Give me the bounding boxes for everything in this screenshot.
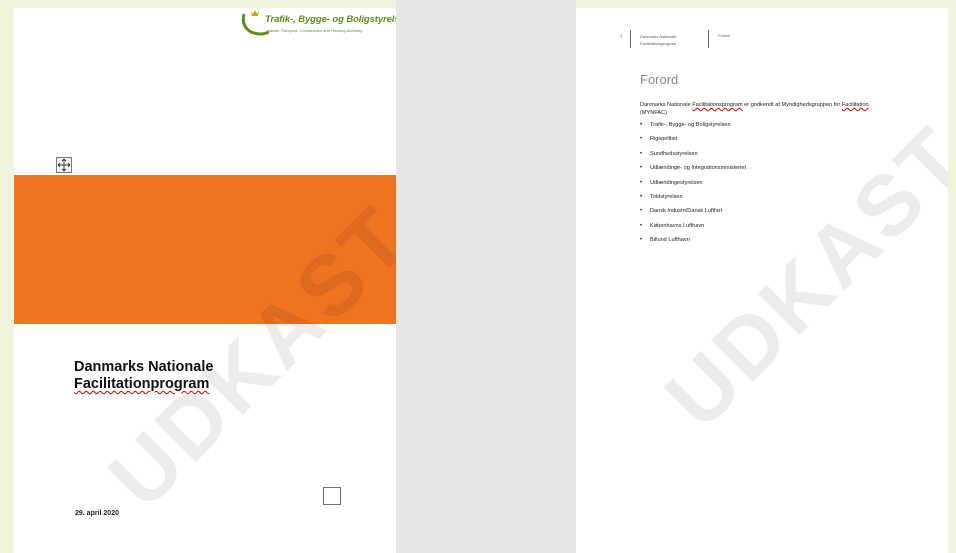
intro-text: (MYNFAC) <box>640 109 668 116</box>
logo-subtitle: Danish Transport, Construction and Housi… <box>267 28 363 33</box>
cover-page[interactable]: Trafik-, Bygge- og Boligstyrelsen Danish… <box>14 8 396 553</box>
list-item: Trafik-, Bygge- og Boligstyrelsen <box>640 122 746 136</box>
list-item: Udlændingestyrelsen <box>640 180 746 194</box>
intro-text: er godkendt af Myndighedsgruppen for <box>742 102 842 108</box>
cover-title-line2: Facilitationprogram <box>74 376 210 392</box>
list-item: Toldstyrelsen <box>640 194 746 208</box>
list-item: Udlændinge- og Integrationsministeriet <box>640 165 746 179</box>
organization-list: Trafik-, Bygge- og Boligstyrelsen Rigspo… <box>640 122 746 252</box>
intro-spellcheck-word: Facilitation <box>841 102 869 108</box>
header-page-number: 3 <box>620 33 623 38</box>
header-divider <box>630 30 631 48</box>
header-doc-line1: Danmarks Nationale <box>640 34 677 39</box>
agency-logo: Trafik-, Bygge- og Boligstyrelsen Danish… <box>239 8 396 40</box>
foreword-page[interactable]: 3 Danmarks Nationale Facilitationsprogra… <box>576 8 948 553</box>
window-edge <box>948 0 956 553</box>
cover-title-line1: Danmarks Nationale <box>74 359 214 375</box>
cover-orange-band <box>14 175 396 324</box>
cover-title: Danmarks Nationale Facilitationprogram <box>74 359 213 393</box>
foreword-heading: Forord <box>640 72 679 87</box>
list-item: Københavns Lufthavn <box>640 223 746 237</box>
intro-spellcheck-word: Facilitationsprogram <box>692 102 743 108</box>
header-divider <box>708 30 709 48</box>
document-workspace-gap <box>396 0 576 553</box>
header-doc-line2: Facilitationsprogram <box>640 41 677 46</box>
list-item: Rigspolitiet <box>640 136 746 150</box>
content-control-checkbox[interactable] <box>323 487 341 505</box>
table-move-handle[interactable] <box>56 157 72 173</box>
foreword-intro: Danmarks Nationale Facilitationsprogram … <box>640 102 890 117</box>
intro-text: Danmarks Nationale <box>640 102 693 108</box>
header-section-name: Forord <box>718 33 730 38</box>
list-item: Dansk Industri/Dansk Luftfart <box>640 208 746 222</box>
logo-name: Trafik-, Bygge- og Boligstyrelsen <box>265 14 396 25</box>
list-item: Sundhedsstyrelsen <box>640 151 746 165</box>
list-item: Billund Lufthavn <box>640 237 746 251</box>
header-document-title: Danmarks Nationale Facilitationsprogram <box>640 33 676 47</box>
cover-date: 29. april 2020 <box>75 510 119 517</box>
move-arrows-icon <box>57 158 71 172</box>
